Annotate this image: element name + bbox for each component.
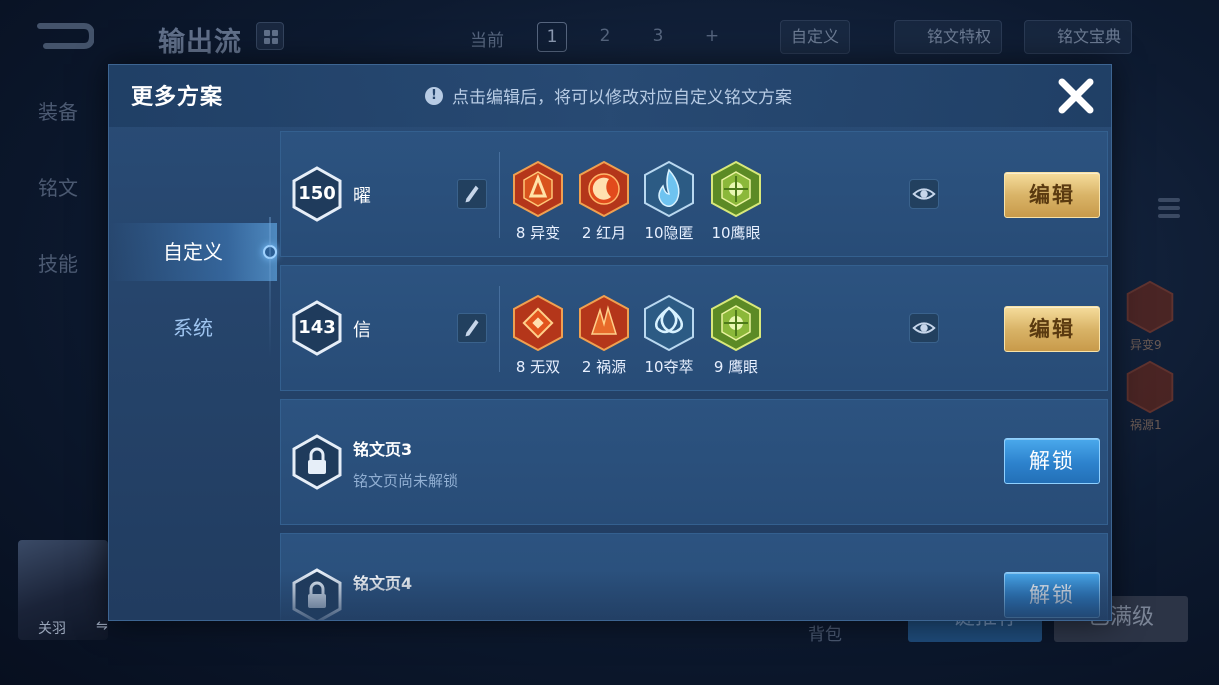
- more-plans-modal: 更多方案 ! 点击编辑后，将可以修改对应自定义铭文方案 自定义 系统 150 曜: [108, 64, 1112, 621]
- back-arrow-icon[interactable]: [32, 18, 94, 54]
- swap-hero-icon[interactable]: ⇋: [96, 618, 108, 634]
- nav-tab-custom[interactable]: 自定义: [109, 223, 277, 281]
- nav-tab-custom-label: 自定义: [163, 240, 223, 264]
- menu-icon[interactable]: [1158, 198, 1180, 228]
- rune-red-shard-icon: [579, 294, 629, 352]
- edit-button[interactable]: 编辑: [1004, 172, 1100, 218]
- rename-pencil-icon[interactable]: [457, 313, 487, 343]
- modal-header: 更多方案 ! 点击编辑后，将可以修改对应自定义铭文方案: [109, 65, 1111, 127]
- edit-tip: ! 点击编辑后，将可以修改对应自定义铭文方案: [425, 83, 792, 108]
- page-tab-3[interactable]: 3: [643, 22, 673, 52]
- rune-blue-knot-icon: [644, 294, 694, 352]
- page-tab-1[interactable]: 1: [537, 22, 567, 52]
- rune-red-diamond-icon: [513, 294, 563, 352]
- hero-name: 关羽: [38, 621, 66, 637]
- rune-level: 143: [298, 317, 336, 338]
- page-tab-2[interactable]: 2: [590, 22, 620, 52]
- background-rune-icon: [1126, 280, 1174, 334]
- side-tab-rune[interactable]: 铭文: [38, 172, 78, 201]
- rune-blue-flame-icon: [644, 160, 694, 218]
- background-rune-label: 异变9: [1130, 338, 1162, 352]
- rune-green-icon: [711, 294, 761, 352]
- rune-level: 150: [298, 183, 336, 204]
- preview-eye-icon[interactable]: [909, 179, 939, 209]
- background-topbar: 输出流 当前 1 2 3 + 自定义 铭文特权 铭文宝典: [0, 0, 1219, 72]
- lock-hex-icon: [292, 568, 342, 620]
- edit-button[interactable]: 编辑: [1004, 306, 1100, 352]
- modal-title: 更多方案: [131, 85, 224, 110]
- edit-tip-text: 点击编辑后，将可以修改对应自定义铭文方案: [452, 88, 792, 108]
- locked-page-title: 铭文页3: [353, 440, 413, 459]
- rune-label: 8 无双: [515, 358, 561, 376]
- locked-page-subtitle: 铭文页尚未解锁: [353, 472, 459, 490]
- rune-privilege-label: 铭文特权: [927, 27, 992, 46]
- rune-label: 2 祸源: [581, 358, 627, 376]
- rune-label: 10隐匿: [644, 224, 694, 242]
- rune-page-list[interactable]: 150 曜 8 异变 2 红月 10隐匿 10鹰眼 编辑 143 信 8 无双 …: [280, 131, 1108, 620]
- rune-codex-chip[interactable]: 铭文宝典: [1024, 20, 1133, 54]
- grid-icon[interactable]: [256, 22, 284, 50]
- background-rune-icon: [1126, 360, 1174, 414]
- rune-page-card: 150 曜 8 异变 2 红月 10隐匿 10鹰眼 编辑: [280, 131, 1108, 257]
- info-icon: !: [425, 86, 443, 105]
- rune-page-name: 信: [353, 320, 371, 341]
- custom-chip[interactable]: 自定义: [780, 20, 851, 54]
- side-tab-skill[interactable]: 技能: [38, 248, 78, 277]
- close-icon[interactable]: [1053, 73, 1099, 119]
- unlock-button[interactable]: 解锁: [1004, 572, 1100, 618]
- rename-pencil-icon[interactable]: [457, 179, 487, 209]
- rune-label: 9 鹰眼: [713, 358, 759, 376]
- nav-tab-system[interactable]: 系统: [109, 299, 277, 357]
- rune-codex-label: 铭文宝典: [1057, 27, 1122, 46]
- rune-label: 2 红月: [581, 224, 627, 242]
- rune-label: 10夺萃: [644, 358, 694, 376]
- rune-red-icon: [513, 160, 563, 218]
- background-footer-text: 背包: [808, 625, 842, 645]
- rune-page-card: 143 信 8 无双 2 祸源 10夺萃 9 鹰眼 编辑: [280, 265, 1108, 391]
- background-rune-label: 祸源1: [1130, 418, 1162, 432]
- preview-eye-icon[interactable]: [909, 313, 939, 343]
- rune-privilege-chip[interactable]: 铭文特权: [894, 20, 1003, 54]
- plan-category-nav: 自定义 系统: [109, 135, 277, 620]
- unlock-button[interactable]: 解锁: [1004, 438, 1100, 484]
- nav-divider: [269, 217, 271, 357]
- background-title: 输出流: [158, 27, 242, 58]
- rune-label: 10鹰眼: [711, 224, 761, 242]
- card-divider: [499, 152, 500, 238]
- rune-page-name: 曜: [353, 186, 371, 207]
- rune-label: 8 异变: [515, 224, 561, 242]
- locked-rune-page-card: 铭文页3 铭文页尚未解锁 解锁: [280, 399, 1108, 525]
- rune-red-moon-icon: [579, 160, 629, 218]
- locked-rune-page-card: 铭文页4 解锁: [280, 533, 1108, 620]
- lock-hex-icon: [292, 434, 342, 490]
- nav-tab-system-label: 系统: [173, 316, 213, 340]
- rune-green-icon: [711, 160, 761, 218]
- add-page-button[interactable]: +: [697, 22, 727, 52]
- card-divider: [499, 286, 500, 372]
- side-tab-equipment[interactable]: 装备: [38, 96, 78, 125]
- current-label: 当前: [470, 31, 504, 51]
- locked-page-title: 铭文页4: [353, 574, 413, 593]
